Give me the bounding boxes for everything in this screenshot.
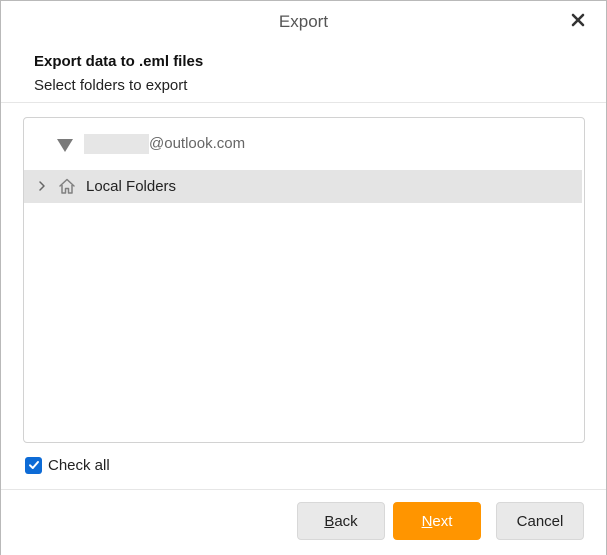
back-button[interactable]: Back [297,502,385,540]
folder-tree[interactable]: @outlook.com Local Folders [23,117,585,443]
back-label: ack [334,512,358,530]
checkmark-icon [28,461,39,469]
checkbox-box[interactable] [25,456,42,474]
header-title: Export data to .eml files [34,53,204,70]
close-button[interactable] [566,8,590,32]
dialog-header: Export data to .eml files Select folders… [1,43,606,103]
next-accesskey: N [421,512,433,530]
header-subtitle: Select folders to export [34,77,188,94]
title-bar: Export [1,1,606,43]
chevron-right-icon[interactable] [35,179,49,193]
check-all-checkbox[interactable]: Check all [25,455,110,475]
back-accesskey: B [324,512,335,530]
dialog-title: Export [278,12,329,31]
cancel-button[interactable]: Cancel [496,502,584,540]
check-all-label: Check all [48,456,110,474]
next-button[interactable]: Next [393,502,481,540]
close-icon [571,13,585,27]
redacted-email [84,134,149,154]
tree-item-label: Local Folders [86,178,177,195]
dialog-footer: Back Next Cancel [1,489,606,555]
tree-item-local-folders[interactable]: Local Folders [24,170,582,203]
account-label: @outlook.com [149,135,246,152]
account-row[interactable]: @outlook.com [24,128,584,162]
triangle-down-icon[interactable] [57,139,73,152]
next-label: ext [432,512,453,530]
home-icon [59,178,75,194]
export-dialog: Export Export data to .eml files Select … [0,0,607,555]
